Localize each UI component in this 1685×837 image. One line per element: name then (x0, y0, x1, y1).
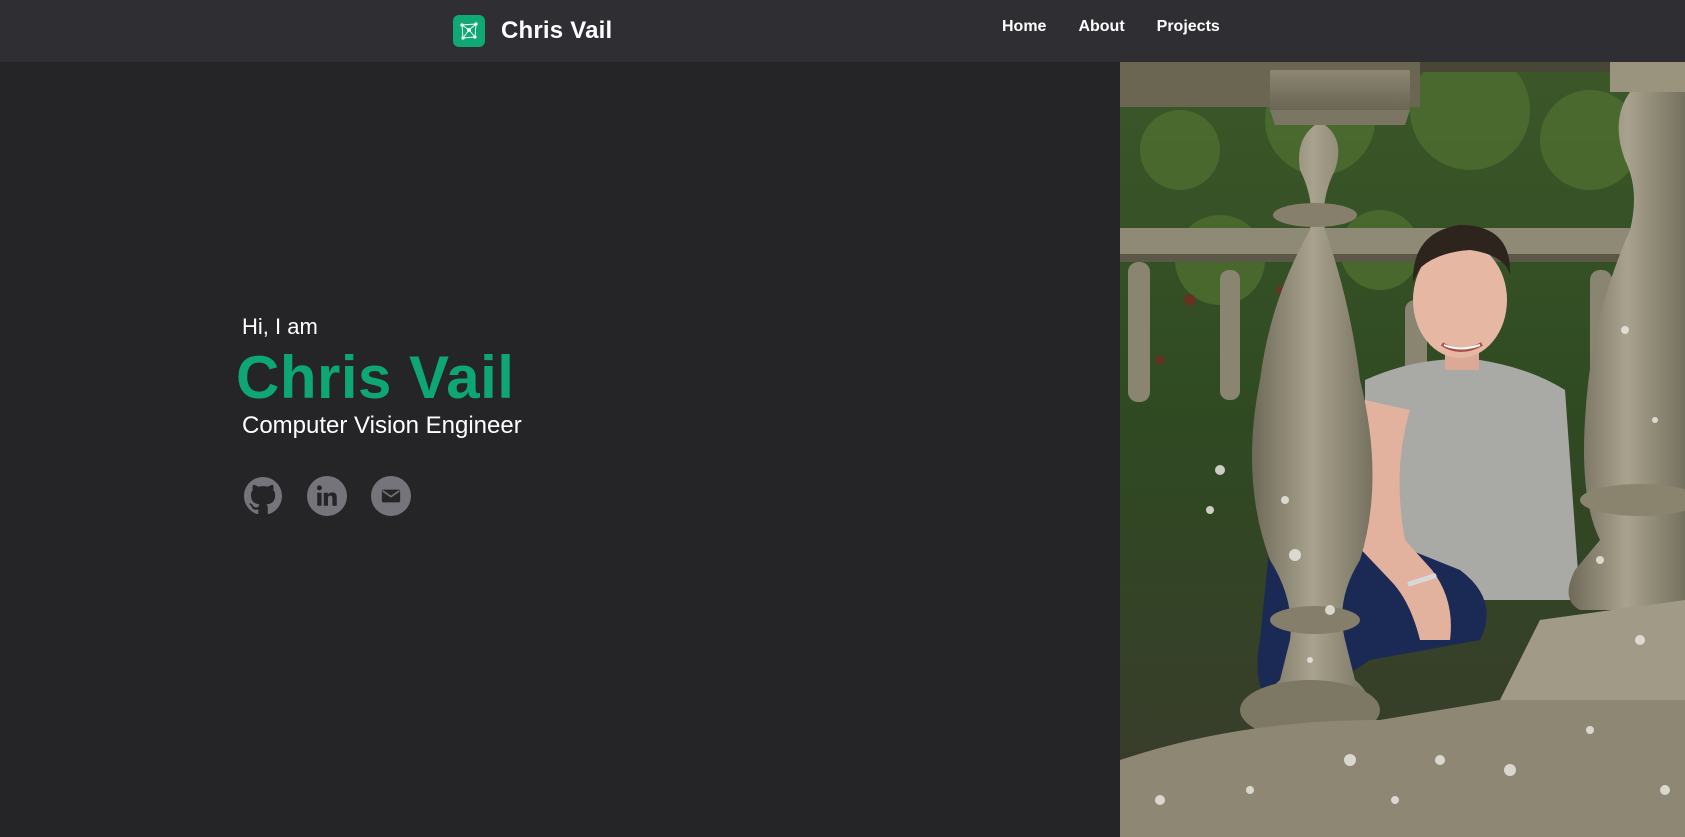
social-links (243, 476, 411, 516)
linkedin-icon (316, 485, 337, 506)
page: Chris Vail Home About Projects Hi, I am … (0, 0, 1685, 837)
email-link[interactable] (371, 476, 411, 516)
network-nodes-icon (453, 15, 485, 47)
main-nav: Home About Projects (1002, 17, 1220, 37)
github-link[interactable] (243, 476, 283, 516)
linkedin-link[interactable] (307, 476, 347, 516)
hero-name: Chris Vail (236, 344, 515, 411)
github-icon (244, 477, 282, 515)
nav-projects-link[interactable]: Projects (1157, 17, 1220, 37)
hero-section: Hi, I am Chris Vail Computer Vision Engi… (236, 312, 522, 442)
email-icon (381, 489, 401, 503)
profile-photo (1120, 0, 1685, 837)
nav-about-link[interactable]: About (1078, 17, 1124, 37)
hero-role: Computer Vision Engineer (242, 412, 522, 439)
site-header: Chris Vail Home About Projects (0, 0, 1685, 62)
hero-greeting: Hi, I am (242, 314, 318, 339)
nav-home-link[interactable]: Home (1002, 17, 1046, 37)
brand[interactable]: Chris Vail (453, 15, 612, 47)
brand-name: Chris Vail (501, 17, 613, 44)
